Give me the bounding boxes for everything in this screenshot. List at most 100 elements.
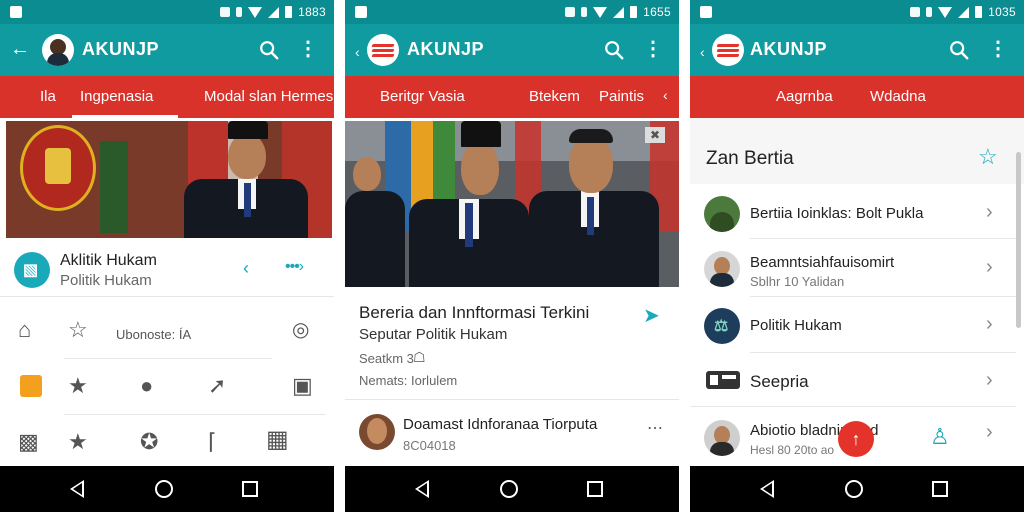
chevron-right-icon[interactable]: ›	[986, 201, 993, 224]
home-icon[interactable]: ⌂	[18, 318, 31, 342]
nav-home-icon[interactable]	[845, 480, 863, 498]
status-bar: 1883	[0, 0, 334, 24]
tab-bar: Ila Ingpenasia Modal slan Hermes	[0, 76, 334, 118]
tab-3[interactable]: Modal slan Hermes	[204, 88, 333, 105]
tab-3[interactable]: Paintis	[599, 88, 644, 105]
nav-back-icon[interactable]	[70, 480, 84, 498]
article-meta-2: Nemats: Iorlulem	[359, 373, 458, 388]
system-nav-bar	[0, 466, 334, 512]
signal-icon	[958, 6, 970, 18]
news-title[interactable]: Doamast Idnforanaa Tiorputa	[403, 416, 597, 433]
chevron-right-icon[interactable]: ›	[986, 313, 993, 336]
section-header: Zan Bertia ☆	[690, 118, 1024, 184]
profile-name: Aklitik Hukam	[60, 252, 157, 269]
tab-bar: Aagrnba Wdadna	[690, 76, 1024, 118]
blogger-icon[interactable]	[20, 375, 42, 397]
app-bar: ‹ AKUNJP ⋮	[690, 24, 1024, 76]
battery-icon	[975, 6, 983, 18]
chevron-right-icon[interactable]: ›	[986, 369, 993, 392]
item-avatar	[704, 196, 740, 232]
app-logo	[367, 34, 399, 66]
tab-1[interactable]: Beritgr Vasia	[380, 88, 465, 105]
speech-bubble-icon[interactable]: ●	[140, 374, 153, 398]
star-flip-icon[interactable]: ☆	[68, 318, 88, 342]
official-tie	[244, 183, 251, 217]
nav-home-icon[interactable]	[155, 480, 173, 498]
divider	[0, 296, 334, 297]
alarm-icon[interactable]: ▩	[18, 430, 39, 454]
more-vert-icon[interactable]: ⋮	[988, 38, 1008, 60]
search-icon[interactable]	[603, 39, 625, 61]
wifi-icon	[248, 6, 263, 18]
tab-2[interactable]: Wdadna	[870, 88, 926, 105]
nav-back-icon[interactable]	[760, 480, 774, 498]
tab-2[interactable]: Ingpenasia	[80, 88, 153, 105]
more-vert-icon[interactable]: ⋮	[298, 38, 318, 60]
more-horiz-icon[interactable]: •••›	[285, 258, 304, 276]
stripes-logo-icon	[716, 42, 740, 58]
accessibility-icon[interactable]: ♙	[930, 424, 950, 450]
scales-icon: ⚖	[714, 318, 729, 335]
signal-icon	[268, 6, 280, 18]
close-icon[interactable]: ✖	[645, 127, 665, 143]
official-face	[228, 133, 266, 179]
item-subtitle: Sblhr 10 Yalidan	[750, 274, 845, 289]
compass-icon[interactable]: ◎	[292, 318, 309, 342]
keyboard-icon	[706, 371, 740, 389]
nav-recents-icon[interactable]	[932, 481, 948, 497]
back-arrow-icon[interactable]: ←	[10, 38, 30, 60]
app-logo	[712, 34, 744, 66]
wifi-icon	[593, 6, 608, 18]
item-title: Politik Hukam	[750, 317, 842, 334]
chevron-left-icon[interactable]: ‹	[355, 41, 360, 63]
article-card[interactable]: Bereria dan Innftormasi Terkini Seputar …	[345, 289, 679, 399]
divider	[750, 352, 1016, 353]
keyboard-key	[722, 375, 736, 379]
tab-1[interactable]: Ila	[40, 88, 56, 105]
item-avatar: ⚖	[704, 308, 740, 344]
chevron-left-icon[interactable]: ‹	[243, 258, 249, 279]
divider	[690, 406, 1016, 407]
download-box-icon[interactable]: ▣	[292, 374, 313, 398]
fab-button[interactable]: ↑	[838, 421, 874, 457]
search-icon[interactable]	[948, 39, 970, 61]
hanger-icon[interactable]: ⌈	[208, 430, 217, 454]
article-subtitle: Seputar Politik Hukam	[359, 326, 508, 343]
tab-2[interactable]: Btekem	[529, 88, 580, 105]
status-time: 1655	[643, 5, 671, 19]
speaker-tie	[587, 197, 594, 235]
official-face	[461, 141, 499, 195]
system-nav-bar	[690, 466, 1024, 512]
tab-bar: Beritgr Vasia Btekem Paintis ‹	[345, 76, 679, 118]
scrollbar[interactable]	[1016, 152, 1021, 328]
pin-icon[interactable]: ➤	[643, 303, 660, 328]
star-outline-icon[interactable]: ☆	[978, 144, 998, 170]
nav-recents-icon[interactable]	[242, 481, 258, 497]
profile-category: Politik Hukam	[60, 272, 152, 289]
nav-back-icon[interactable]	[415, 480, 429, 498]
search-icon[interactable]	[258, 39, 280, 61]
chevron-right-icon[interactable]: ›	[986, 421, 993, 444]
emblem-shield	[45, 148, 71, 184]
bluetooth-icon	[236, 7, 243, 17]
star-icon[interactable]: ★	[68, 374, 88, 398]
more-vert-icon[interactable]: ⋮	[643, 38, 663, 60]
app-title: AKUNJP	[407, 39, 485, 59]
star-icon[interactable]: ★	[68, 430, 88, 454]
chart-icon[interactable]: ▦	[266, 428, 289, 452]
app-title: AKUNJP	[82, 39, 160, 59]
app-logo-avatar	[42, 34, 74, 66]
puzzle-icon[interactable]: ✪	[140, 430, 158, 454]
pin-icon[interactable]: ➚	[208, 374, 226, 398]
tab-1[interactable]: Aagrnba	[776, 88, 833, 105]
wifi-icon	[938, 6, 953, 18]
chevron-right-icon[interactable]: ›	[986, 256, 993, 279]
attendee-face	[353, 157, 381, 191]
chevron-left-icon[interactable]: ‹	[700, 41, 705, 63]
tab-scroll-icon[interactable]: ‹	[663, 87, 668, 103]
battery-icon	[630, 6, 638, 18]
more-horiz-icon[interactable]: ⋯	[647, 418, 663, 438]
nav-recents-icon[interactable]	[587, 481, 603, 497]
nav-home-icon[interactable]	[500, 480, 518, 498]
app-bar: ← AKUNJP ⋮	[0, 24, 334, 76]
